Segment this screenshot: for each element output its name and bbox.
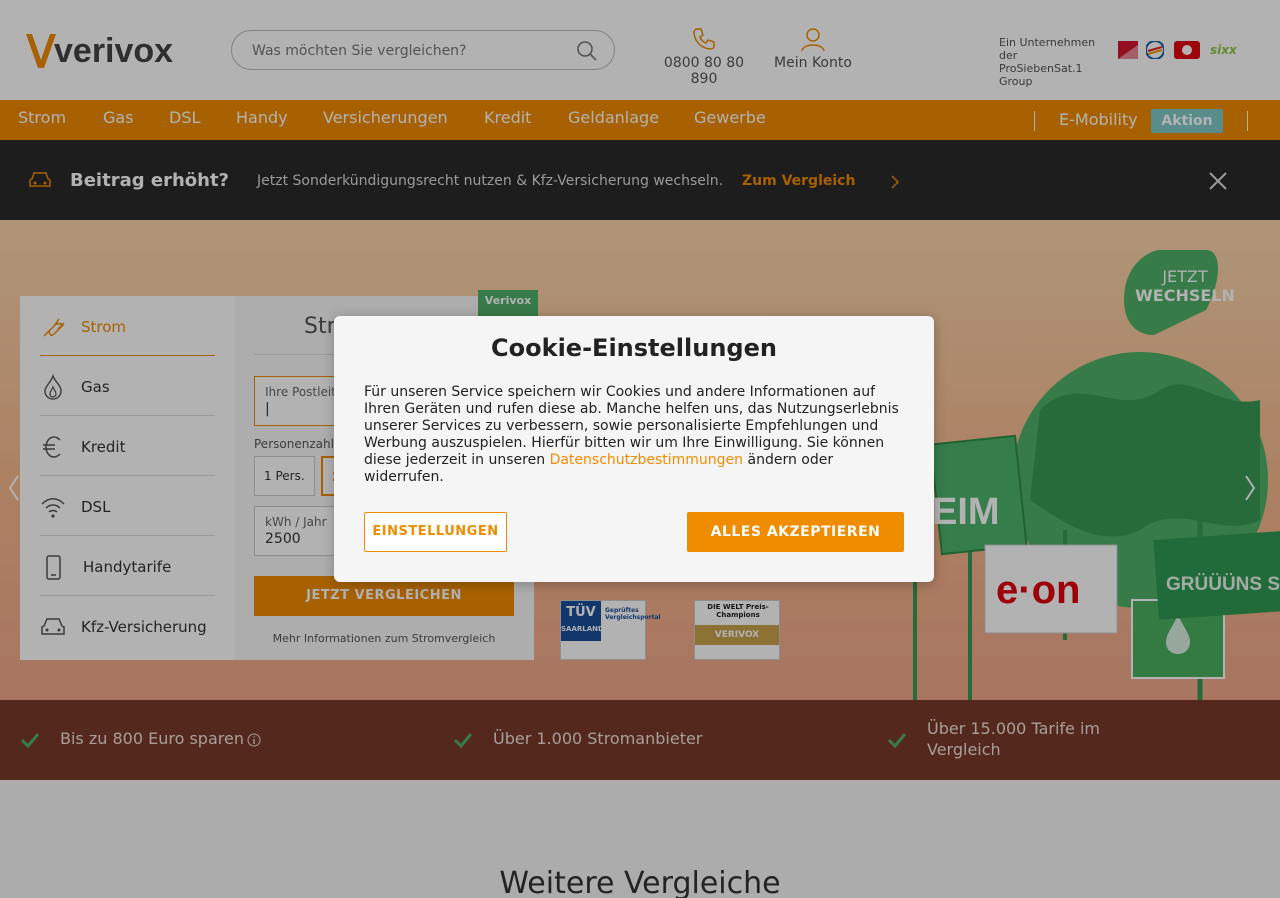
cookie-title: Cookie-Einstellungen	[491, 334, 777, 362]
privacy-policy-link[interactable]: Datenschutzbestimmungen	[550, 452, 743, 468]
accept-all-button[interactable]: ALLES AKZEPTIEREN	[687, 512, 904, 552]
cookie-body: Für unseren Service speichern wir Cookie…	[364, 384, 909, 486]
cookie-dialog: Cookie-Einstellungen Für unseren Service…	[334, 316, 934, 582]
cookie-settings-button[interactable]: EINSTELLUNGEN	[364, 512, 507, 552]
